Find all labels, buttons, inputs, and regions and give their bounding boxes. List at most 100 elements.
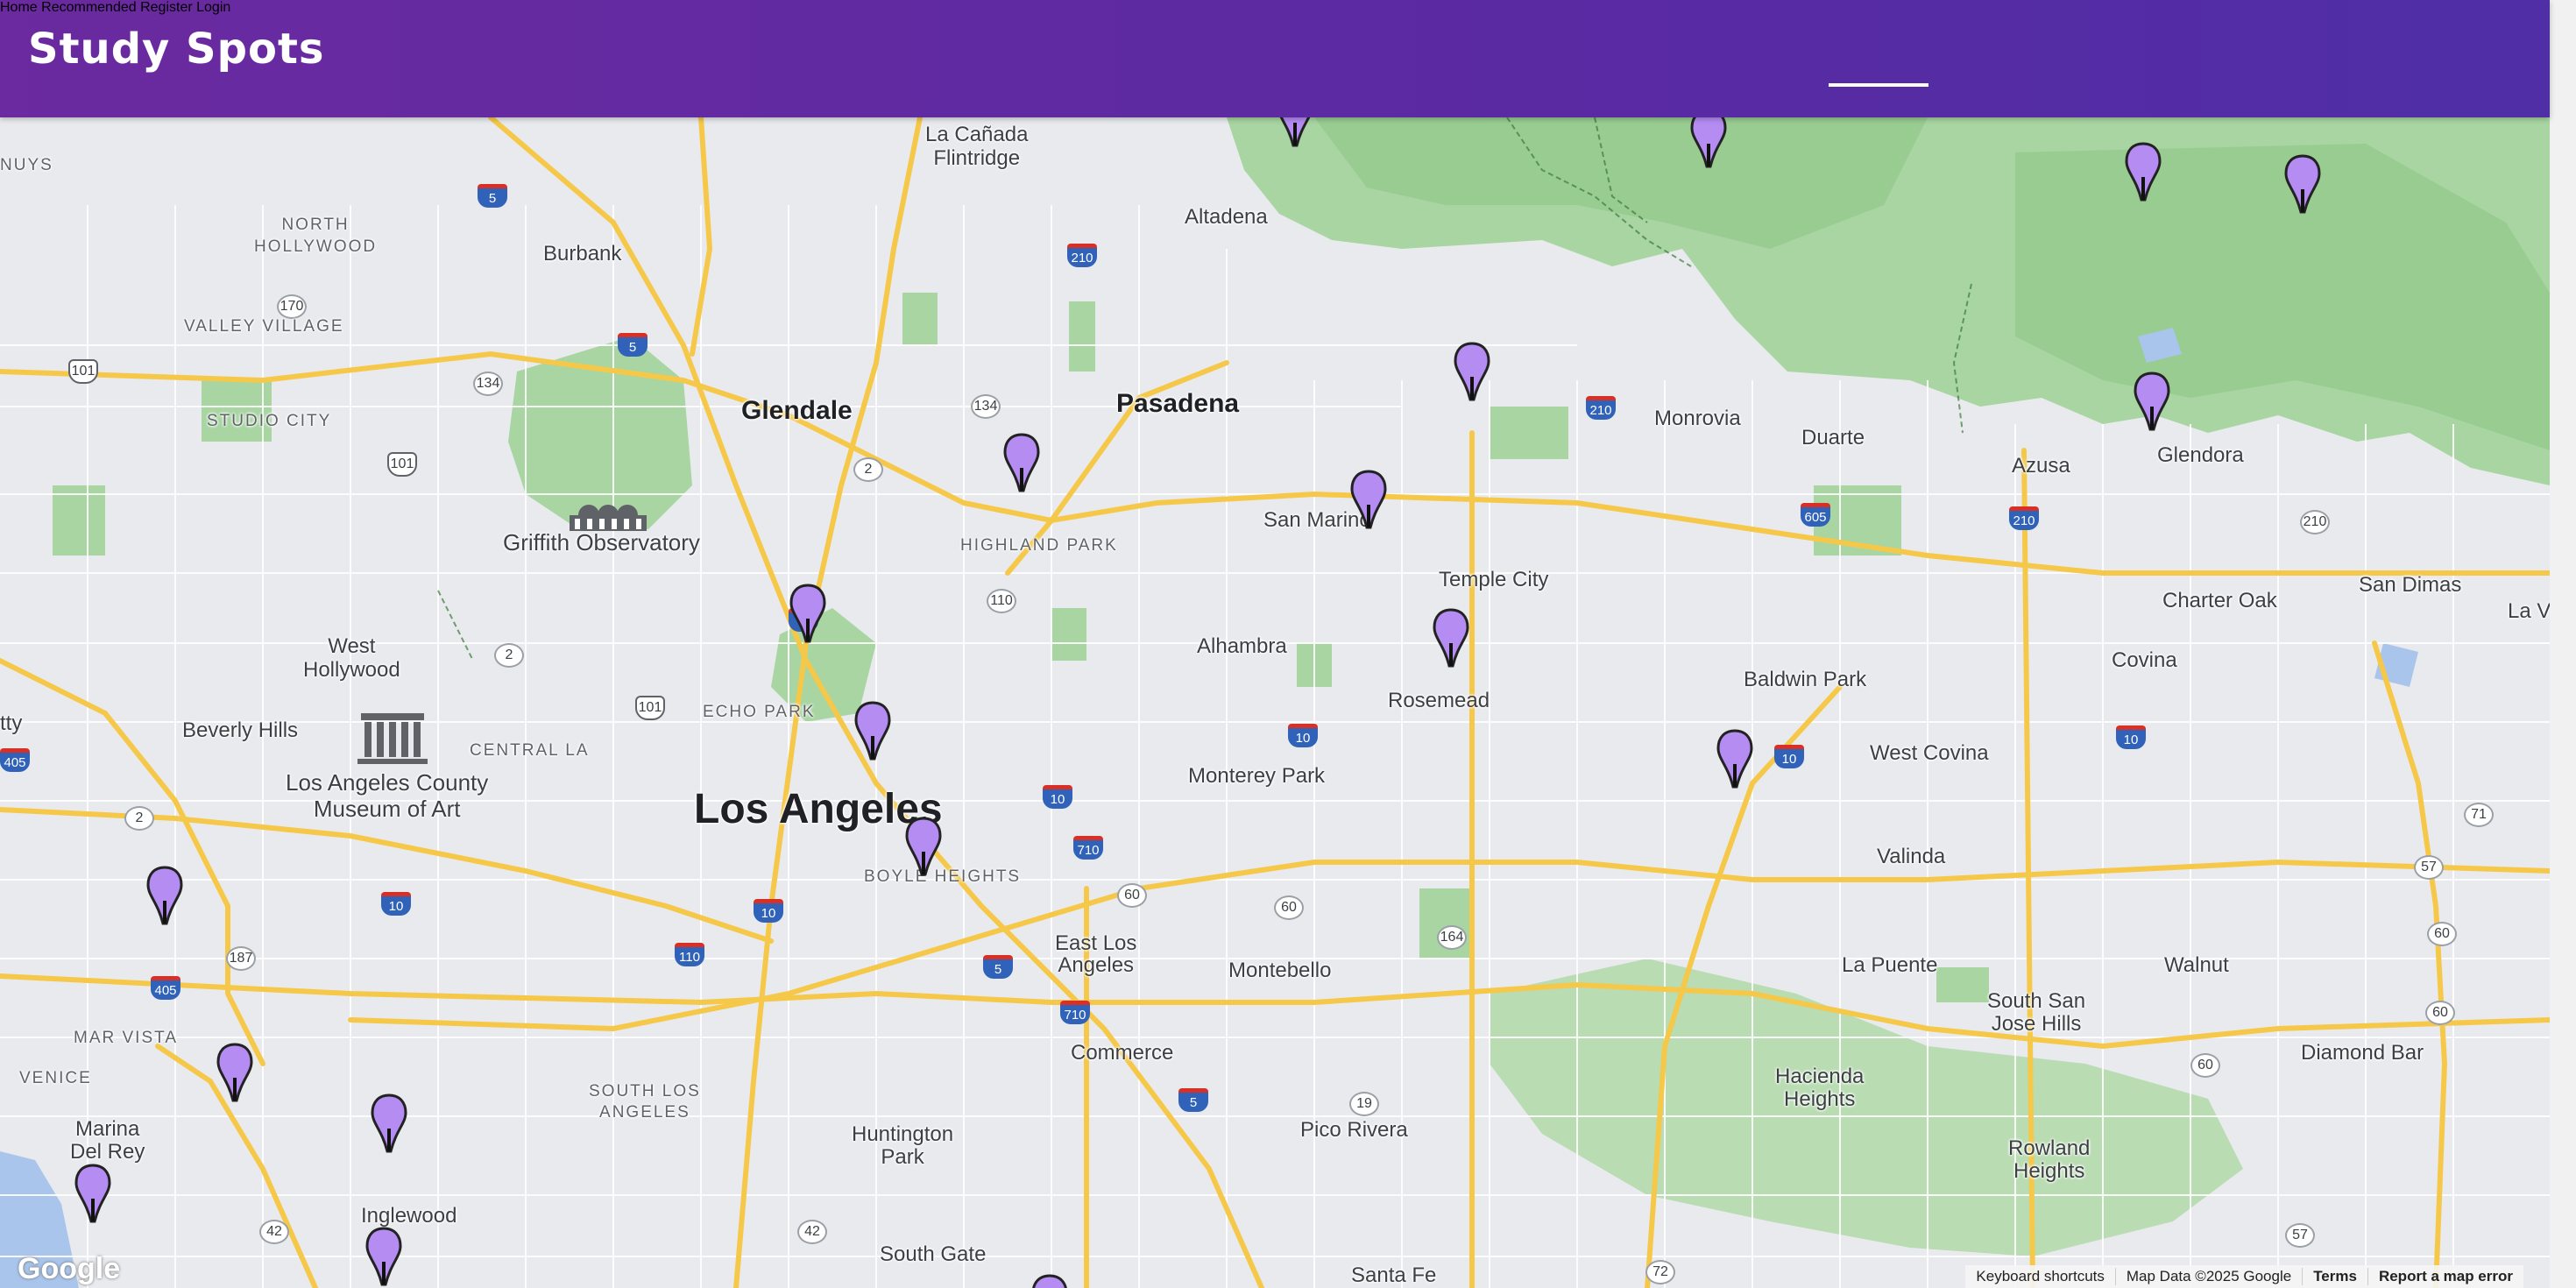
- label-diamond-bar: Diamond Bar: [2301, 1041, 2424, 1065]
- study-spot-marker[interactable]: [370, 1093, 408, 1153]
- i710-shield-2: 710: [1060, 1001, 1090, 1024]
- i605-shield: 605: [1801, 503, 1830, 527]
- study-spot-marker[interactable]: [1030, 1274, 1069, 1288]
- i5-shield-5: 5: [1178, 1088, 1208, 1112]
- study-spot-marker[interactable]: [1716, 729, 1754, 789]
- study-spot-marker[interactable]: [74, 1164, 112, 1223]
- label-walnut: Walnut: [2164, 953, 2229, 977]
- ca187-shield: 187: [226, 946, 256, 971]
- i5-shield-4: 5: [983, 955, 1013, 979]
- ca71-shield: 71: [2464, 803, 2494, 827]
- ca2-shield: 2: [853, 457, 883, 482]
- label-valley-village: VALLEY VILLAGE: [184, 317, 344, 336]
- study-spot-marker[interactable]: [2124, 142, 2162, 202]
- i405-shield-2: 405: [151, 976, 180, 1000]
- label-pasadena: Pasadena: [1116, 389, 1240, 418]
- study-spot-marker[interactable]: [2283, 154, 2322, 214]
- study-spot-marker[interactable]: [1432, 608, 1470, 668]
- ca170-shield: 170: [277, 294, 307, 319]
- label-south-san-jose: South San Jose Hills: [1987, 989, 2086, 1036]
- label-alhambra: Alhambra: [1197, 634, 1287, 658]
- label-montebello: Montebello: [1228, 959, 1332, 982]
- terms-link[interactable]: Terms: [2302, 1268, 2367, 1285]
- ca2-shield-2: 2: [494, 643, 524, 668]
- label-east-la: East Los Angeles: [1055, 931, 1137, 977]
- study-spot-marker[interactable]: [1002, 433, 1041, 492]
- label-lacma: Los Angeles County Museum of Art: [286, 769, 489, 822]
- label-baldwin-park: Baldwin Park: [1744, 668, 1867, 691]
- label-monterey-park: Monterey Park: [1188, 764, 1326, 788]
- label-venice: VENICE: [19, 1069, 92, 1087]
- navbar: Study Spots Home Recommended Register Lo…: [0, 0, 2550, 117]
- map[interactable]: 5 5 210 210 210 605 5 10 10 10 10 10 10 …: [0, 117, 2550, 1288]
- nav-register[interactable]: Register: [140, 0, 193, 15]
- ca57-shield-2: 57: [2285, 1223, 2315, 1248]
- nav-login[interactable]: Login: [196, 0, 230, 15]
- i710-shield: 710: [1073, 836, 1103, 860]
- ca42-shield: 42: [259, 1220, 289, 1244]
- study-spot-marker[interactable]: [1276, 117, 1314, 147]
- i210-shield-2: 210: [1586, 396, 1616, 420]
- keyboard-shortcuts-link[interactable]: Keyboard shortcuts: [1965, 1268, 2114, 1285]
- observatory-icon: [570, 505, 647, 531]
- label-echo-park: ECHO PARK: [703, 703, 816, 721]
- label-inglewood: Inglewood: [361, 1204, 457, 1228]
- label-glendale: Glendale: [741, 396, 853, 425]
- label-rosemead: Rosemead: [1388, 689, 1490, 712]
- ca134-shield-2: 134: [971, 394, 1001, 419]
- ca19-shield: 19: [1349, 1092, 1379, 1116]
- ca164-shield: 164: [1437, 925, 1467, 950]
- label-glendora: Glendora: [2157, 443, 2244, 467]
- label-marina-del-rey: Marina Del Rey: [70, 1117, 145, 1164]
- study-spot-marker[interactable]: [789, 584, 827, 643]
- ca72-shield: 72: [1645, 1260, 1675, 1284]
- label-azusa: Azusa: [2012, 454, 2070, 478]
- label-pico-rivera: Pico Rivera: [1300, 1118, 1408, 1142]
- page-scrollbar[interactable]: [2549, 0, 2576, 1288]
- i10-shield-6: 10: [381, 892, 411, 916]
- report-map-error-link[interactable]: Report a map error: [2367, 1268, 2523, 1285]
- i110-shield: 110: [675, 943, 704, 966]
- study-spot-marker[interactable]: [1689, 117, 1728, 168]
- us101-shield: 101: [68, 359, 98, 384]
- label-tty: tty: [0, 711, 23, 735]
- label-huntington-park: Huntington Park: [852, 1122, 954, 1169]
- i10-shield-3: 10: [2116, 725, 2146, 749]
- i5-shield-2: 5: [618, 333, 648, 357]
- study-spot-marker[interactable]: [145, 866, 184, 925]
- study-spot-marker[interactable]: [1453, 342, 1491, 401]
- nav-home[interactable]: Home: [0, 0, 38, 15]
- label-monrovia: Monrovia: [1654, 407, 1741, 430]
- label-studio-city: STUDIO CITY: [207, 412, 332, 430]
- label-nuys: NUYS: [0, 156, 53, 174]
- brand-logo[interactable]: Study Spots: [28, 25, 324, 74]
- ca42-shield-2: 42: [797, 1220, 827, 1244]
- nav-recommended[interactable]: Recommended: [41, 0, 137, 15]
- study-spot-marker[interactable]: [364, 1227, 403, 1286]
- us101-shield-3: 101: [635, 696, 665, 720]
- label-temple-city: Temple City: [1439, 568, 1549, 591]
- ca60-shield-5: 60: [2425, 1001, 2455, 1025]
- label-la-verne: La V: [2508, 599, 2550, 623]
- label-south-la: SOUTH LOS ANGELES: [589, 1082, 701, 1122]
- study-spot-marker[interactable]: [216, 1043, 254, 1102]
- i210-shield-3: 210: [2009, 506, 2039, 530]
- label-central-la: CENTRAL LA: [470, 741, 590, 760]
- label-highland-park: HIGHLAND PARK: [960, 536, 1118, 555]
- i10-shield: 10: [1288, 724, 1318, 747]
- label-west-hollywood: West Hollywood: [303, 634, 400, 682]
- nav-home-active-indicator: [1829, 83, 1928, 87]
- ca57-shield: 57: [2414, 855, 2444, 880]
- label-altadena: Altadena: [1185, 205, 1268, 229]
- i5-shield: 5: [478, 184, 507, 208]
- label-san-dimas: San Dimas: [2359, 573, 2462, 597]
- label-mar-vista: MAR VISTA: [74, 1029, 178, 1047]
- study-spot-marker[interactable]: [853, 701, 892, 761]
- ca60-shield-4: 60: [2427, 922, 2457, 946]
- study-spot-marker[interactable]: [904, 817, 943, 876]
- label-south-gate: South Gate: [880, 1242, 987, 1266]
- study-spot-marker[interactable]: [1349, 470, 1388, 529]
- us101-shield-2: 101: [387, 452, 417, 477]
- study-spot-marker[interactable]: [2133, 372, 2171, 431]
- label-valinda: Valinda: [1877, 845, 1946, 868]
